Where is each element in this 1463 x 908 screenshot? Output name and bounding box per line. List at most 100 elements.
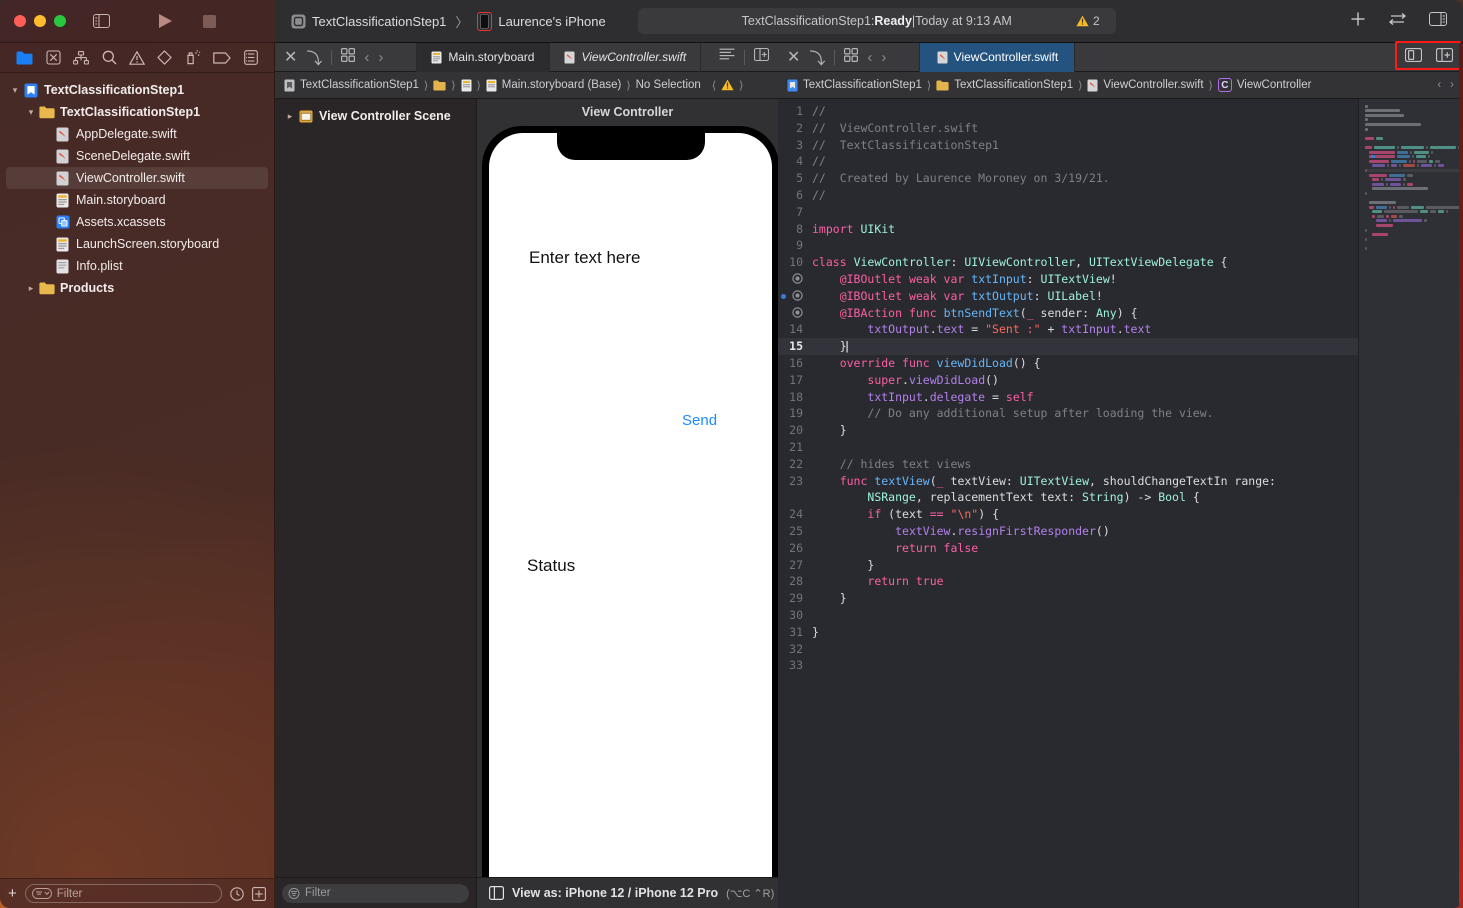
forward-button[interactable]: › bbox=[881, 49, 886, 66]
storyboard-canvas[interactable]: View Controller Enter text here Send Sta… bbox=[477, 99, 778, 908]
storyboard-breadcrumb[interactable]: TextClassificationStep1 ⟩ ⟩ ⟩ Main.story… bbox=[275, 72, 778, 99]
code-review-button[interactable] bbox=[1388, 12, 1407, 31]
code-line[interactable]: 5// Created by Laurence Moroney on 3/19/… bbox=[778, 170, 1358, 187]
test-navigator-icon[interactable] bbox=[157, 50, 172, 65]
find-navigator-icon[interactable] bbox=[102, 50, 117, 65]
code-line[interactable]: 15 }| bbox=[778, 338, 1358, 355]
file-tree[interactable]: ▾TextClassificationStep1▾TextClassificat… bbox=[0, 73, 274, 878]
breadcrumb-back-button[interactable]: ‹ bbox=[1437, 79, 1441, 91]
breadcrumb-prev-issue-button[interactable]: ⟨ bbox=[712, 79, 716, 92]
add-editor-icon[interactable] bbox=[754, 48, 769, 66]
breadcrumb-item[interactable]: ViewController.swift bbox=[1103, 79, 1203, 91]
code-line[interactable]: 17 super.viewDidLoad() bbox=[778, 372, 1358, 389]
add-editor-button[interactable] bbox=[1436, 48, 1453, 67]
report-navigator-icon[interactable] bbox=[244, 50, 258, 65]
send-button[interactable]: Send bbox=[682, 412, 717, 429]
back-button[interactable]: ‹ bbox=[867, 49, 872, 66]
close-editor-icon[interactable]: ✕ bbox=[284, 47, 297, 67]
file-tree-row[interactable]: ▸Products bbox=[0, 277, 274, 299]
outline-item-scene[interactable]: ▸ View Controller Scene bbox=[275, 105, 476, 127]
breakpoint-navigator-icon[interactable] bbox=[213, 52, 231, 64]
code-line[interactable]: 18 txtInput.delegate = self bbox=[778, 389, 1358, 406]
inspector-toggle-button[interactable] bbox=[1405, 48, 1422, 67]
code-line[interactable]: 23 func textView(_ textView: UITextView,… bbox=[778, 473, 1358, 490]
symbol-navigator-icon[interactable] bbox=[73, 51, 89, 65]
file-tree-row[interactable]: LaunchScreen.storyboard bbox=[0, 233, 274, 255]
add-file-button[interactable]: + bbox=[8, 886, 17, 901]
code-line[interactable]: 32 bbox=[778, 641, 1358, 658]
close-window-button[interactable] bbox=[14, 15, 26, 27]
grid-icon[interactable] bbox=[341, 48, 355, 67]
file-tree-row[interactable]: Info.plist bbox=[0, 255, 274, 277]
activity-status-bar[interactable]: TextClassificationStep1: Ready | Today a… bbox=[638, 8, 1116, 34]
code-line[interactable]: @IBOutlet weak var txtOutput: UILabel! bbox=[778, 288, 1358, 305]
toggle-inspector-button[interactable] bbox=[1429, 12, 1447, 31]
view-controller-device-frame[interactable]: Enter text here Send Status bbox=[482, 126, 778, 908]
code-line[interactable]: @IBOutlet weak var txtInput: UITextView! bbox=[778, 271, 1358, 288]
code-editor-tab[interactable]: ViewController.swift bbox=[919, 43, 1075, 72]
code-line[interactable]: 3// TextClassificationStep1 bbox=[778, 137, 1358, 154]
zoom-window-button[interactable] bbox=[54, 15, 66, 27]
minimize-window-button[interactable] bbox=[34, 15, 46, 27]
traffic-lights[interactable] bbox=[14, 15, 66, 27]
expand-editor-icon[interactable]: ⤵ bbox=[306, 45, 322, 69]
source-control-navigator-icon[interactable] bbox=[46, 50, 61, 65]
code-line[interactable]: 14 txtOutput.text = "Sent :" + txtInput.… bbox=[778, 321, 1358, 338]
clock-icon[interactable] bbox=[230, 887, 244, 901]
toggle-navigator-button[interactable] bbox=[93, 14, 110, 28]
view-as-control[interactable]: View as: iPhone 12 / iPhone 12 Pro (⌥C ⌃… bbox=[477, 886, 774, 900]
code-line[interactable]: 27 } bbox=[778, 557, 1358, 574]
code-minimap[interactable] bbox=[1358, 99, 1463, 908]
code-line[interactable]: 20 } bbox=[778, 422, 1358, 439]
scheme-selector[interactable]: TextClassificationStep1 〉 Laurence's iPh… bbox=[291, 12, 606, 31]
code-line[interactable]: 1// bbox=[778, 103, 1358, 120]
warning-icon[interactable] bbox=[721, 79, 734, 91]
breadcrumb-forward-button[interactable]: › bbox=[1450, 79, 1454, 91]
debug-navigator-icon[interactable] bbox=[185, 50, 201, 65]
code-line[interactable]: 2// ViewController.swift bbox=[778, 120, 1358, 137]
code-line[interactable]: 29 } bbox=[778, 590, 1358, 607]
issue-navigator-icon[interactable] bbox=[129, 51, 145, 65]
code-line[interactable]: 22 // hides text views bbox=[778, 456, 1358, 473]
breadcrumb-item[interactable]: Main.storyboard (Base) bbox=[502, 79, 622, 91]
editor-tab-main-storyboard[interactable]: Main.storyboard bbox=[416, 43, 549, 72]
breadcrumb-item[interactable]: TextClassificationStep1 bbox=[954, 79, 1073, 91]
code-line[interactable]: 19 // Do any additional setup after load… bbox=[778, 405, 1358, 422]
close-editor-icon[interactable]: ✕ bbox=[787, 47, 800, 67]
outline-filter-field[interactable]: Filter bbox=[282, 884, 469, 903]
tree-twisty-icon[interactable]: ▸ bbox=[24, 283, 38, 294]
code-line[interactable]: 24 if (text == "\n") { bbox=[778, 506, 1358, 523]
code-line[interactable]: 10class ViewController: UIViewController… bbox=[778, 254, 1358, 271]
navigator-filter-field[interactable]: Filter bbox=[25, 884, 222, 903]
view-controller-screen[interactable]: Enter text here Send Status bbox=[489, 133, 772, 908]
file-tree-row[interactable]: Assets.xcassets bbox=[0, 211, 274, 233]
text-input-placeholder[interactable]: Enter text here bbox=[529, 248, 641, 268]
code-line[interactable]: 28 return true bbox=[778, 573, 1358, 590]
grid-icon[interactable] bbox=[844, 48, 858, 67]
adjust-editor-icon[interactable] bbox=[719, 48, 735, 66]
file-tree-row[interactable]: AppDelegate.swift bbox=[0, 123, 274, 145]
breadcrumb-item[interactable]: No Selection bbox=[636, 79, 701, 91]
filter-toggle-icon[interactable] bbox=[252, 887, 266, 901]
tree-twisty-icon[interactable]: ▾ bbox=[24, 107, 38, 118]
ib-connection-marker[interactable] bbox=[778, 271, 812, 288]
status-label[interactable]: Status bbox=[527, 556, 575, 576]
editor-tab-viewcontroller-swift[interactable]: ViewController.swift bbox=[549, 43, 701, 72]
outline-twisty-icon[interactable]: ▸ bbox=[283, 111, 297, 122]
code-line[interactable]: 16 override func viewDidLoad() { bbox=[778, 355, 1358, 372]
breadcrumb-item[interactable]: ViewController bbox=[1237, 79, 1312, 91]
code-line[interactable]: 9 bbox=[778, 237, 1358, 254]
stop-button[interactable] bbox=[203, 15, 216, 28]
code-line[interactable]: 6// bbox=[778, 187, 1358, 204]
code-line[interactable]: NSRange, replacementText text: String) -… bbox=[778, 489, 1358, 506]
breadcrumb-item[interactable]: TextClassificationStep1 bbox=[803, 79, 922, 91]
breakpoint-marker[interactable] bbox=[781, 294, 786, 299]
file-tree-row[interactable]: ViewController.swift bbox=[6, 167, 268, 189]
code-line[interactable]: 30 bbox=[778, 607, 1358, 624]
code-line[interactable]: @IBAction func btnSendText(_ sender: Any… bbox=[778, 305, 1358, 322]
expand-editor-icon[interactable]: ⤵ bbox=[809, 45, 825, 69]
breadcrumb-item[interactable]: TextClassificationStep1 bbox=[300, 79, 419, 91]
run-button[interactable] bbox=[158, 13, 173, 29]
file-tree-row[interactable]: ▾TextClassificationStep1 bbox=[0, 101, 274, 123]
code-line[interactable]: 8import UIKit bbox=[778, 221, 1358, 238]
